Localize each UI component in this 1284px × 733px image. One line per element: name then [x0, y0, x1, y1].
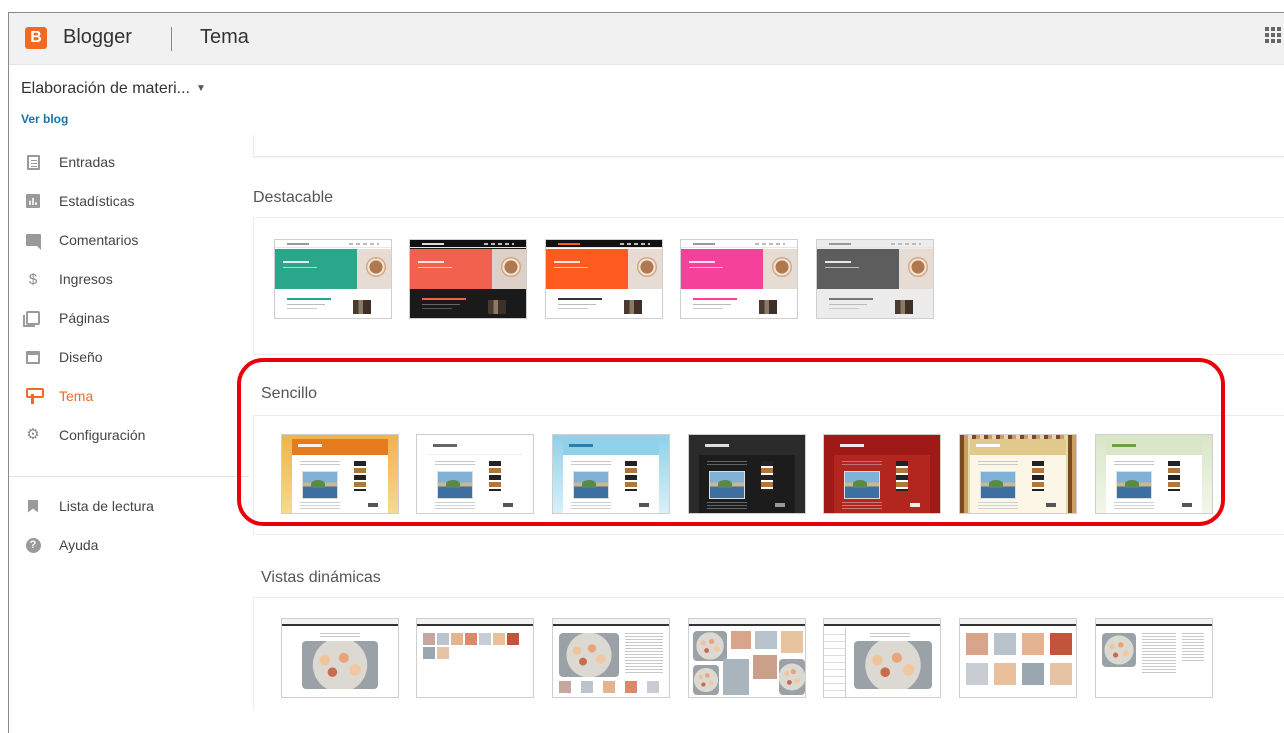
category-label-vistas-dinamicas: Vistas dinámicas: [261, 569, 381, 586]
dollar-icon: $: [28, 270, 38, 288]
sidebar-item-label: Ingresos: [59, 271, 113, 287]
view-blog-link[interactable]: Ver blog: [21, 112, 68, 126]
category-label-destacable: Destacable: [253, 189, 334, 206]
sidebar-item-tema[interactable]: Tema: [9, 381, 249, 411]
posts-icon: [25, 154, 41, 170]
sidebar-item-label: Estadísticas: [59, 193, 135, 209]
theme-thumbnail[interactable]: [688, 434, 806, 514]
theme-thumbnail[interactable]: [959, 434, 1077, 514]
theme-thumbnail[interactable]: [680, 239, 798, 319]
previous-section-edge: [253, 135, 1284, 157]
sidebar-item-configuracion[interactable]: ⚙ Configuración: [9, 420, 249, 450]
help-icon: ?: [25, 537, 41, 553]
blogger-logo-icon[interactable]: B: [25, 27, 47, 49]
apps-grid-icon[interactable]: [1265, 27, 1281, 43]
comments-icon: [25, 232, 41, 250]
sidebar-item-label: Tema: [59, 388, 94, 404]
sidebar-item-paginas[interactable]: Páginas: [9, 303, 249, 333]
layout-icon: [25, 349, 41, 365]
sidebar-item-label: Ayuda: [59, 537, 99, 553]
bookmark-icon: [25, 498, 41, 514]
sidebar-item-ayuda[interactable]: ? Ayuda: [9, 530, 249, 560]
sidebar-item-diseno[interactable]: Diseño: [9, 342, 249, 372]
pages-icon: [23, 310, 41, 327]
theme-thumbnail[interactable]: [1095, 618, 1213, 698]
theme-thumbnail[interactable]: [416, 434, 534, 514]
theme-thumbnail[interactable]: [959, 618, 1077, 698]
theme-thumbnail[interactable]: [688, 618, 806, 698]
category-label-sencillo: Sencillo: [261, 385, 318, 402]
theme-thumbnail[interactable]: [823, 434, 941, 514]
sidebar-item-lista-de-lectura[interactable]: Lista de lectura: [9, 491, 249, 521]
header-divider: [171, 27, 172, 51]
theme-thumbnail[interactable]: [1095, 434, 1213, 514]
theme-thumbnail[interactable]: [545, 239, 663, 319]
theme-thumbnail[interactable]: [552, 434, 670, 514]
top-app-bar: B Blogger Tema: [9, 13, 1284, 65]
blogger-window: B Blogger Tema Elaboración de materi... ▼…: [8, 12, 1284, 733]
sidebar-item-entradas[interactable]: Entradas: [9, 147, 249, 177]
theme-row-sencillo: [253, 415, 1284, 535]
theme-thumbnail[interactable]: [281, 434, 399, 514]
page-title: Tema: [200, 26, 249, 48]
sidebar-item-label: Páginas: [59, 310, 110, 326]
theme-thumbnail[interactable]: [281, 618, 399, 698]
sidebar-item-label: Configuración: [59, 427, 146, 443]
theme-icon: [25, 388, 44, 404]
sidebar-item-label: Lista de lectura: [59, 498, 154, 514]
sidebar-item-ingresos[interactable]: $ Ingresos: [9, 264, 249, 294]
theme-thumbnail[interactable]: [816, 239, 934, 319]
app-brand-name[interactable]: Blogger: [63, 26, 132, 49]
blog-selector-dropdown[interactable]: Elaboración de materi... ▼: [21, 80, 206, 98]
blog-name: Elaboración de materi...: [21, 80, 190, 97]
sidebar-item-label: Entradas: [59, 154, 116, 170]
stats-icon: [25, 193, 41, 209]
theme-thumbnail[interactable]: [552, 618, 670, 698]
sidebar-divider: [9, 476, 249, 477]
theme-thumbnail[interactable]: [409, 239, 527, 319]
theme-thumbnail[interactable]: [416, 618, 534, 698]
sidebar-item-estadisticas[interactable]: Estadísticas: [9, 186, 249, 216]
sidebar-item-label: Diseño: [59, 349, 103, 365]
sidebar-item-comentarios[interactable]: Comentarios: [9, 225, 249, 255]
theme-row-vistas-dinamicas: [253, 597, 1284, 709]
theme-thumbnail[interactable]: [274, 239, 392, 319]
gear-icon: ⚙: [26, 426, 40, 443]
theme-row-destacable: [253, 217, 1284, 355]
sidebar-item-label: Comentarios: [59, 232, 139, 248]
theme-thumbnail[interactable]: [823, 618, 941, 698]
caret-down-icon: ▼: [195, 83, 206, 94]
